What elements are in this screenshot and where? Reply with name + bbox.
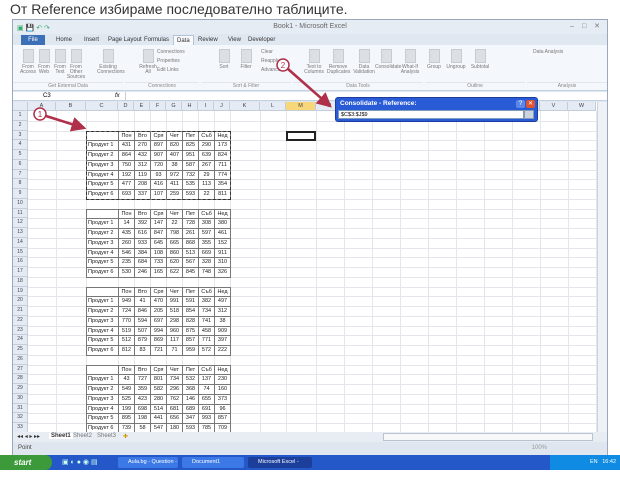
start-button[interactable]: start — [0, 455, 52, 470]
quick-launch-icons[interactable]: ▣ ◐ ● ◉ ▤ — [62, 458, 98, 466]
task-word[interactable]: Document1 [Compat... — [182, 457, 244, 476]
arrow-2 — [287, 68, 332, 108]
task-browser[interactable]: Aula.bg - Question - ... — [118, 457, 178, 476]
system-tray: EN 16:42 — [550, 455, 620, 470]
clock: 16:42 — [602, 459, 616, 465]
annotation-arrows: 1 2 — [33, 58, 332, 132]
language-indicator[interactable]: EN — [590, 459, 598, 465]
arrow-1 — [45, 114, 87, 132]
annotation-label-2: 2 — [281, 61, 286, 70]
taskbar: start ▣ ◐ ● ◉ ▤ Aula.bg - Question - ...… — [0, 455, 620, 476]
annotation-label-1: 1 — [38, 110, 43, 119]
task-excel[interactable]: Microsoft Excel - Book1 — [248, 457, 312, 476]
